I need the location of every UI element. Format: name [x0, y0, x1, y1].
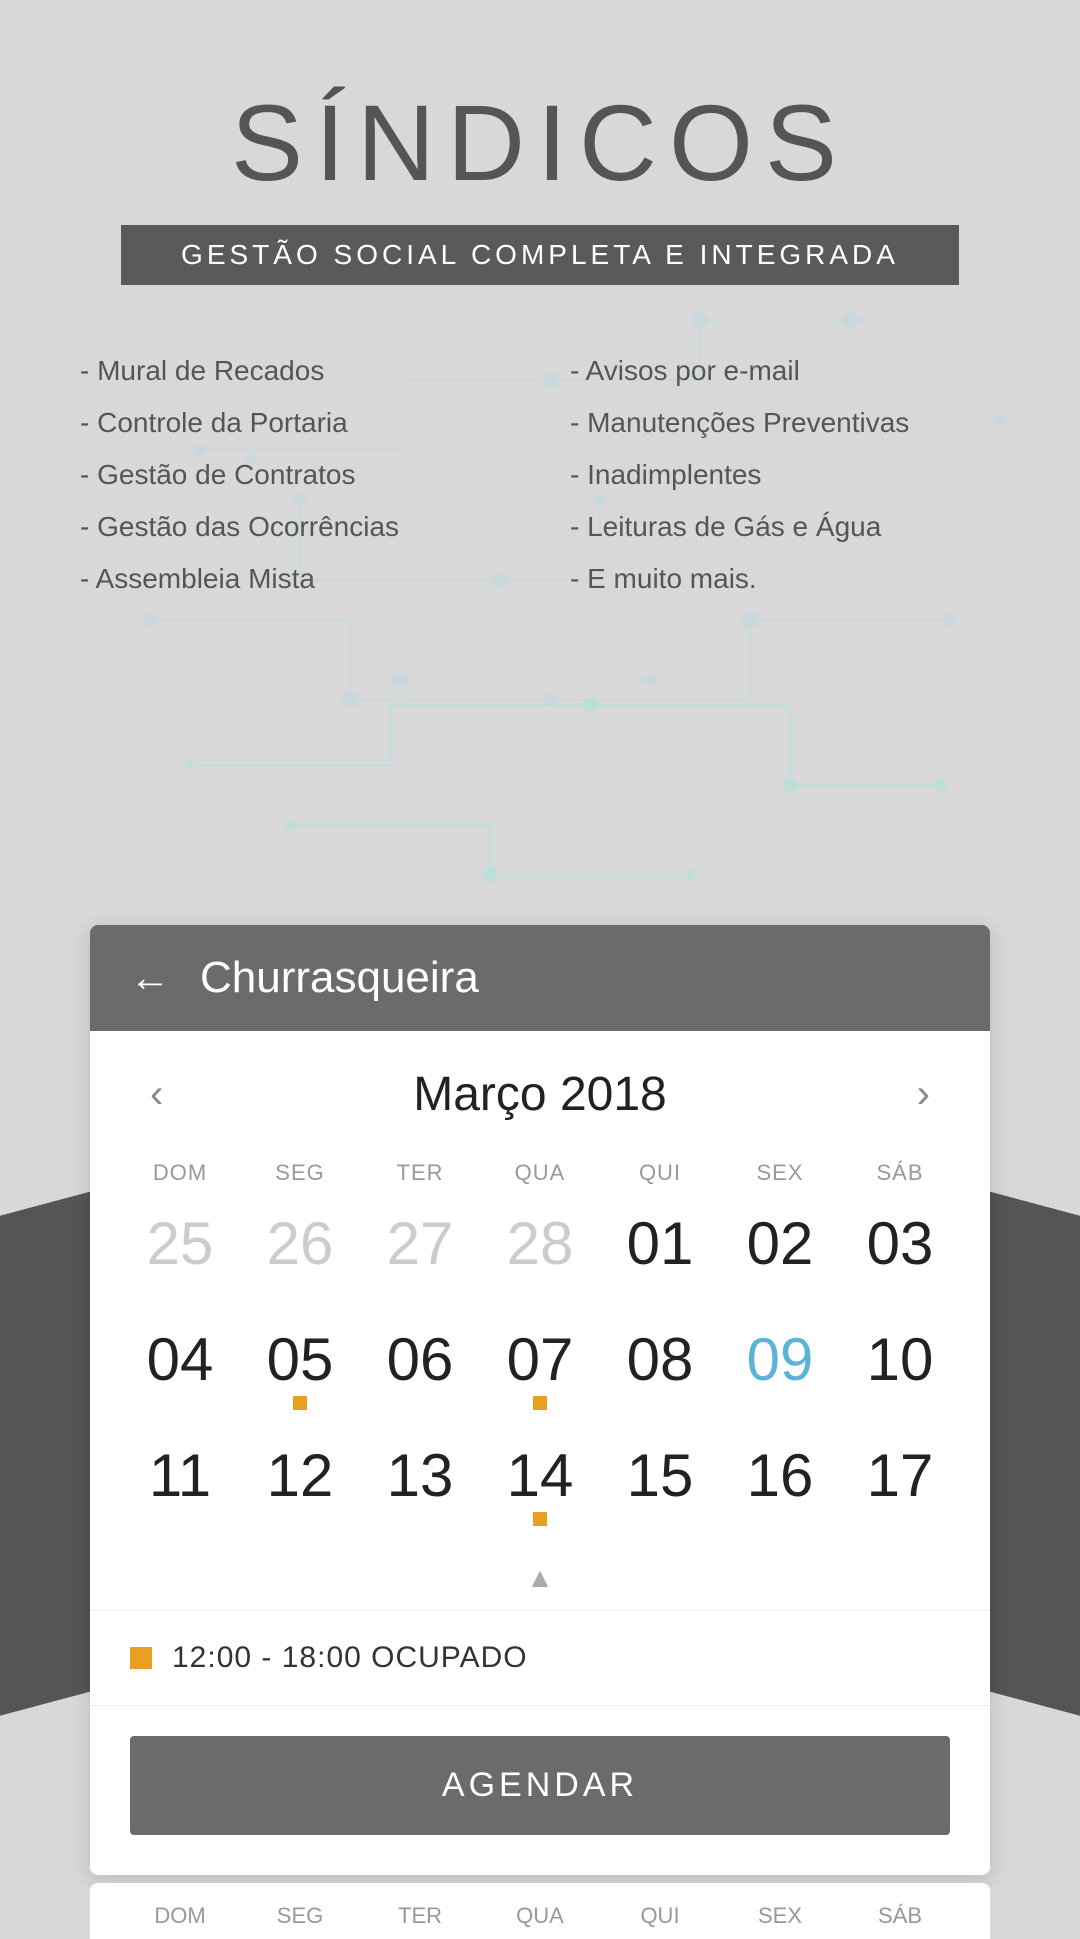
feature-item: - Assembleia Mista [80, 563, 510, 595]
calendar-day[interactable]: 05 [240, 1320, 360, 1420]
calendar-day[interactable]: 04 [120, 1320, 240, 1420]
calendar-day[interactable]: 02 [720, 1204, 840, 1304]
calendar-day[interactable]: 17 [840, 1436, 960, 1536]
calendar-day[interactable]: 25 [120, 1204, 240, 1304]
bottom-day-header: TER [360, 1903, 480, 1929]
calendar-room-title: Churrasqueira [200, 953, 479, 1003]
agendar-button[interactable]: AGENDAR [130, 1736, 950, 1835]
calendar-week-2: 04 05 06 07 08 [120, 1320, 960, 1420]
app-title: SÍNDICOS [231, 80, 849, 205]
day-headers-row: DOM SEG TER QUA QUI SEX SÁB [120, 1152, 960, 1194]
calendar-week-3: 11 12 13 14 15 [120, 1436, 960, 1536]
bottom-calendar-strip: DOM SEG TER QUA QUI SEX SÁB [90, 1883, 990, 1939]
subtitle-bar: GESTÃO SOCIAL COMPLETA E INTEGRADA [121, 225, 959, 285]
calendar-day[interactable]: 28 [480, 1204, 600, 1304]
bottom-day-header: QUI [600, 1903, 720, 1929]
calendar-day[interactable]: 08 [600, 1320, 720, 1420]
bottom-day-header: DOM [120, 1903, 240, 1929]
calendar-day[interactable]: 13 [360, 1436, 480, 1536]
feature-item: - E muito mais. [570, 563, 1000, 595]
calendar-week-1: 25 26 27 28 01 [120, 1204, 960, 1304]
day-header-sex: SEX [720, 1152, 840, 1194]
calendar-day[interactable]: 14 [480, 1436, 600, 1536]
booking-dot-indicator [130, 1647, 152, 1669]
month-navigation: ‹ Março 2018 › [90, 1031, 990, 1142]
subtitle-text: GESTÃO SOCIAL COMPLETA E INTEGRADA [181, 239, 899, 270]
bottom-day-header: SEX [720, 1903, 840, 1929]
expand-icon: ▲ [526, 1562, 554, 1594]
feature-item: - Avisos por e-mail [570, 355, 1000, 387]
calendar-day[interactable]: 26 [240, 1204, 360, 1304]
day-header-dom: DOM [120, 1152, 240, 1194]
calendar-header-bar: ← Churrasqueira [90, 925, 990, 1031]
bottom-day-header: QUA [480, 1903, 600, 1929]
feature-item: - Gestão de Contratos [80, 459, 510, 491]
calendar-day[interactable]: 12 [240, 1436, 360, 1536]
next-month-button[interactable]: › [897, 1072, 950, 1117]
features-col-left: - Mural de Recados - Controle da Portari… [80, 355, 510, 595]
day-header-ter: TER [360, 1152, 480, 1194]
bottom-day-headers: DOM SEG TER QUA QUI SEX SÁB [90, 1883, 990, 1939]
calendar-day-ter-06[interactable]: 06 [360, 1320, 480, 1420]
calendar-day[interactable]: 03 [840, 1204, 960, 1304]
circuit-decoration [0, 625, 1080, 905]
feature-item: - Inadimplentes [570, 459, 1000, 491]
feature-item: - Controle da Portaria [80, 407, 510, 439]
day-header-qua: QUA [480, 1152, 600, 1194]
calendar-day[interactable]: 15 [600, 1436, 720, 1536]
feature-item: - Manutenções Preventivas [570, 407, 1000, 439]
features-col-right: - Avisos por e-mail - Manutenções Preven… [570, 355, 1000, 595]
calendar-day[interactable]: 07 [480, 1320, 600, 1420]
features-section: - Mural de Recados - Controle da Portari… [0, 355, 1080, 595]
calendar-card: ← Churrasqueira ‹ Março 2018 › DOM SEG T… [90, 925, 990, 1875]
calendar-day[interactable]: 01 [600, 1204, 720, 1304]
calendar-day-today[interactable]: 09 [720, 1320, 840, 1420]
calendar-grid: DOM SEG TER QUA QUI SEX SÁB 25 26 [90, 1142, 990, 1536]
prev-month-button[interactable]: ‹ [130, 1072, 183, 1117]
feature-item: - Mural de Recados [80, 355, 510, 387]
month-label: Março 2018 [203, 1067, 876, 1122]
calendar-day[interactable]: 10 [840, 1320, 960, 1420]
feature-item: - Leituras de Gás e Água [570, 511, 1000, 543]
day-header-qui: QUI [600, 1152, 720, 1194]
booking-info: 12:00 - 18:00 OCUPADO [90, 1611, 990, 1706]
expand-row[interactable]: ▲ [90, 1552, 990, 1611]
back-button[interactable]: ← [130, 956, 170, 1001]
calendar-day[interactable]: 16 [720, 1436, 840, 1536]
bottom-day-header: SÁB [840, 1903, 960, 1929]
booking-text: 12:00 - 18:00 OCUPADO [172, 1641, 528, 1675]
day-header-seg: SEG [240, 1152, 360, 1194]
day-header-sab: SÁB [840, 1152, 960, 1194]
calendar-day[interactable]: 11 [120, 1436, 240, 1536]
bottom-day-header: SEG [240, 1903, 360, 1929]
calendar-day[interactable]: 27 [360, 1204, 480, 1304]
feature-item: - Gestão das Ocorrências [80, 511, 510, 543]
